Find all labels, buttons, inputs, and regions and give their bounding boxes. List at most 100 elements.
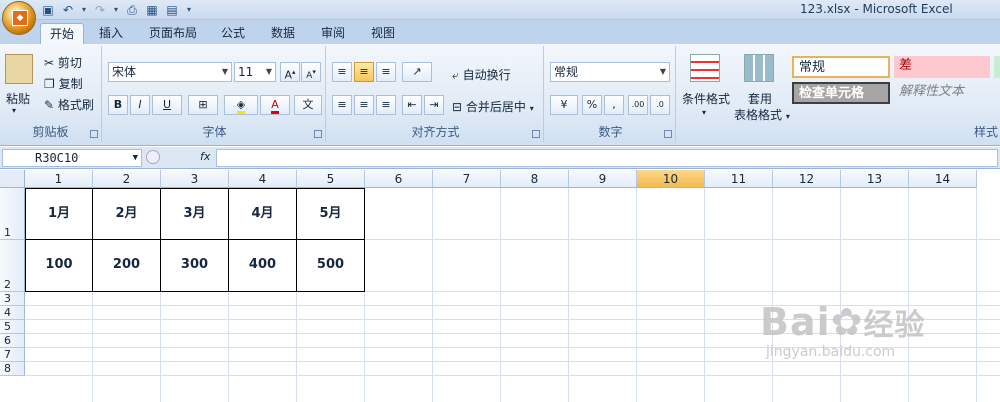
style-explanatory[interactable]: 解释性文本 xyxy=(894,82,990,104)
select-all-corner[interactable] xyxy=(0,170,25,188)
paste-dropdown-icon[interactable]: ▾ xyxy=(12,106,16,115)
currency-button[interactable]: ¥ xyxy=(550,95,578,115)
merge-center-button[interactable]: ⊟ 合并后居中 ▾ xyxy=(452,98,534,115)
row-header[interactable]: 1 xyxy=(0,188,25,240)
name-box[interactable]: R30C10 ▼ xyxy=(2,149,142,167)
tab-insert[interactable]: 插入 xyxy=(90,23,132,44)
column-header[interactable]: 13 xyxy=(841,170,909,188)
increase-indent-button[interactable]: ⇥ xyxy=(424,95,444,115)
column-header[interactable]: 5 xyxy=(297,170,365,188)
undo-icon[interactable]: ↶ xyxy=(60,2,76,18)
tab-data[interactable]: 数据 xyxy=(262,23,304,44)
shrink-font-button[interactable]: A▾ xyxy=(301,62,321,82)
column-header[interactable]: 12 xyxy=(773,170,841,188)
fill-color-button[interactable]: ◈ xyxy=(224,95,258,115)
decrease-indent-button[interactable]: ⇤ xyxy=(402,95,422,115)
font-size-select[interactable]: 11 ▼ xyxy=(234,62,276,82)
paste-icon[interactable] xyxy=(5,54,33,84)
align-left-button[interactable]: ≡ xyxy=(332,95,352,115)
underline-button[interactable]: U xyxy=(152,95,182,115)
row-header[interactable]: 3 xyxy=(0,292,25,306)
column-header[interactable]: 7 xyxy=(433,170,501,188)
table-cell[interactable]: 500 xyxy=(296,239,365,292)
table-cell[interactable]: 5月 xyxy=(296,188,365,240)
column-header[interactable]: 2 xyxy=(93,170,161,188)
conditional-format-button[interactable]: 条件格式 xyxy=(682,90,730,107)
style-bad[interactable]: 差 xyxy=(894,56,990,78)
align-bottom-button[interactable]: ≡ xyxy=(376,62,396,82)
insert-function-button[interactable]: fx xyxy=(200,150,210,163)
phonetic-button[interactable]: 文 xyxy=(294,95,322,115)
column-header[interactable]: 11 xyxy=(705,170,773,188)
table-format-button[interactable]: 表格格式 ▾ xyxy=(734,106,790,123)
font-color-button[interactable]: A xyxy=(260,95,290,115)
table-cell[interactable]: 100 xyxy=(25,239,93,292)
row-header[interactable]: 2 xyxy=(0,240,25,292)
paste-button[interactable]: 粘贴 xyxy=(6,90,30,107)
table-format-icon[interactable] xyxy=(744,54,774,82)
row-header[interactable]: 5 xyxy=(0,320,25,334)
redo-dropdown-icon[interactable]: ▾ xyxy=(112,2,120,18)
save-icon[interactable]: ▣ xyxy=(40,2,56,18)
tab-page-layout[interactable]: 页面布局 xyxy=(140,23,206,44)
table-cell[interactable]: 2月 xyxy=(92,188,161,240)
table-cell[interactable]: 300 xyxy=(160,239,229,292)
conditional-format-icon[interactable] xyxy=(690,54,720,82)
office-button[interactable]: ◆ xyxy=(2,1,36,35)
conditional-dropdown-icon[interactable]: ▾ xyxy=(702,108,706,117)
increase-decimal-button[interactable]: .00 xyxy=(628,95,648,115)
row-header[interactable]: 7 xyxy=(0,348,25,362)
tab-formulas[interactable]: 公式 xyxy=(212,23,254,44)
redo-icon[interactable]: ↷ xyxy=(92,2,108,18)
cut-button[interactable]: ✂ 剪切 xyxy=(44,54,82,71)
spreadsheet-icon[interactable]: ▦ xyxy=(144,2,160,18)
column-header[interactable]: 3 xyxy=(161,170,229,188)
column-header[interactable]: 6 xyxy=(365,170,433,188)
wrap-text-button[interactable]: ⤶ 自动换行 xyxy=(452,66,511,83)
column-header[interactable]: 4 xyxy=(229,170,297,188)
column-header[interactable]: 9 xyxy=(569,170,637,188)
grow-font-button[interactable]: A▴ xyxy=(280,62,300,82)
row-header[interactable]: 8 xyxy=(0,362,25,376)
table-cell[interactable]: 1月 xyxy=(25,188,93,240)
tab-home[interactable]: 开始 xyxy=(40,23,85,44)
column-header[interactable]: 14 xyxy=(909,170,977,188)
percent-button[interactable]: % xyxy=(582,95,602,115)
customize-qat-icon[interactable]: ▾ xyxy=(184,2,194,18)
column-header[interactable]: 1 xyxy=(25,170,93,188)
number-launcher-icon[interactable] xyxy=(664,130,672,138)
align-center-button[interactable]: ≡ xyxy=(354,95,374,115)
italic-button[interactable]: I xyxy=(130,95,150,115)
formula-input[interactable] xyxy=(216,149,998,167)
expand-circle-icon[interactable] xyxy=(146,150,160,164)
tab-review[interactable]: 审阅 xyxy=(312,23,354,44)
font-name-select[interactable]: 宋体 ▼ xyxy=(108,62,232,82)
print-preview-icon[interactable]: ⎙ xyxy=(124,2,140,18)
format-painter-button[interactable]: ✎ 格式刷 xyxy=(44,96,94,113)
borders-button[interactable]: ⊞ xyxy=(188,95,218,115)
column-header[interactable]: 10 xyxy=(637,170,705,188)
clipboard-launcher-icon[interactable] xyxy=(90,130,98,138)
comma-button[interactable]: , xyxy=(604,95,624,115)
font-launcher-icon[interactable] xyxy=(314,130,322,138)
style-check-cell[interactable]: 检查单元格 xyxy=(792,82,890,104)
style-normal[interactable]: 常规 xyxy=(792,56,890,78)
table-cell[interactable]: 3月 xyxy=(160,188,229,240)
table-cell[interactable]: 200 xyxy=(92,239,161,292)
alignment-launcher-icon[interactable] xyxy=(532,130,540,138)
align-right-button[interactable]: ≡ xyxy=(376,95,396,115)
undo-dropdown-icon[interactable]: ▾ xyxy=(80,2,88,18)
column-header[interactable]: 8 xyxy=(501,170,569,188)
style-good-partial[interactable] xyxy=(994,56,1000,78)
copy-button[interactable]: ❐ 复制 xyxy=(44,75,83,92)
number-format-select[interactable]: 常规 ▼ xyxy=(550,62,670,82)
orientation-button[interactable]: ↗ xyxy=(402,62,432,82)
row-header[interactable]: 4 xyxy=(0,306,25,320)
bold-button[interactable]: B xyxy=(108,95,128,115)
align-middle-button[interactable]: ≡ xyxy=(354,62,374,82)
tab-view[interactable]: 视图 xyxy=(362,23,404,44)
table-icon[interactable]: ▤ xyxy=(164,2,180,18)
row-header[interactable]: 6 xyxy=(0,334,25,348)
table-format-label-1[interactable]: 套用 xyxy=(748,90,772,107)
table-cell[interactable]: 400 xyxy=(228,239,297,292)
